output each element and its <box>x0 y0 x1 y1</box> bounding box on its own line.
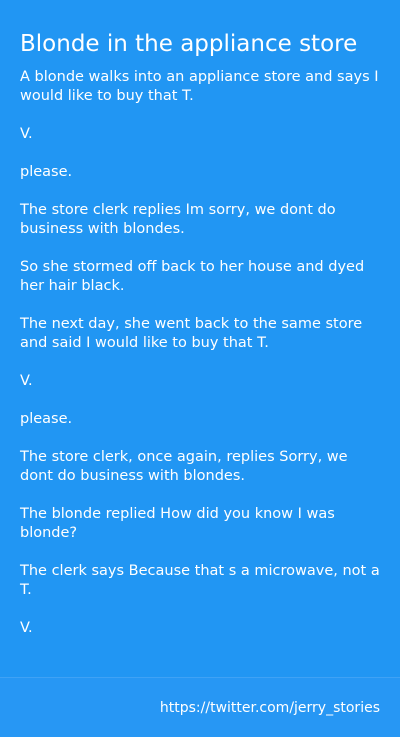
twitter-profile-link[interactable]: https://twitter.com/jerry_stories <box>160 699 380 717</box>
story-paragraph: A blonde walks into an appliance store a… <box>20 69 379 104</box>
story-paragraph: So she stormed off back to her house and… <box>20 259 365 294</box>
story-paragraph: V. <box>20 373 33 389</box>
story-paragraph: The blonde replied How did you know I wa… <box>20 506 335 541</box>
story-paragraph: please. <box>20 411 73 427</box>
story-paragraph: The clerk says Because that s a microwav… <box>20 563 380 598</box>
story-paragraph: please. <box>20 164 73 180</box>
story-paragraph: The store clerk replies Im sorry, we don… <box>20 202 336 237</box>
story-paragraph: The next day, she went back to the same … <box>20 316 363 351</box>
footer-bar: https://twitter.com/jerry_stories <box>0 677 400 737</box>
story-paragraph: The store clerk, once again, replies Sor… <box>20 449 348 484</box>
story-paragraph: V. <box>20 620 33 636</box>
story-paragraph: V. <box>20 126 33 142</box>
story-title: Blonde in the appliance store <box>20 31 358 57</box>
story-body: A blonde walks into an appliance store a… <box>20 68 382 657</box>
